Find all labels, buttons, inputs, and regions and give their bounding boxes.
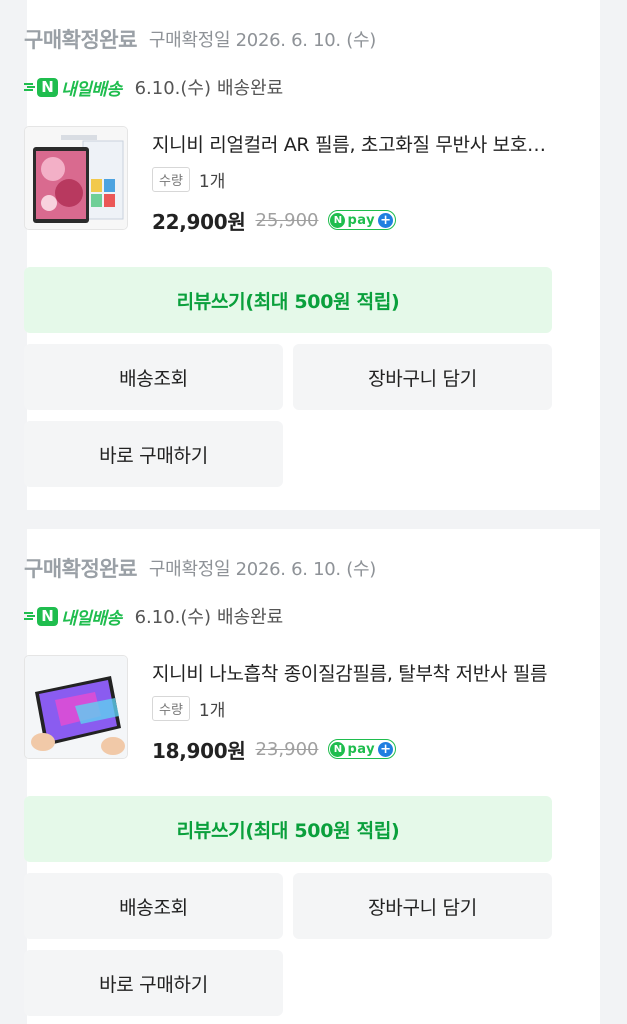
quantity-row: 수량 1개 xyxy=(152,167,225,192)
plus-icon: + xyxy=(378,212,394,228)
add-to-cart-button[interactable]: 장바구니 담기 xyxy=(293,344,552,410)
sale-price: 18,900원 xyxy=(152,738,246,763)
delivery-row: N 내일배송 6.10.(수) 배송완료 xyxy=(24,601,283,631)
sale-price: 22,900원 xyxy=(152,209,246,234)
badge-label: 내일배송 xyxy=(61,79,122,100)
price-row: 22,900원 25,900 N pay + xyxy=(152,205,397,235)
delivery-status: 배송완료 xyxy=(216,607,284,628)
npay-label: pay xyxy=(347,212,376,228)
product-image xyxy=(25,656,127,758)
tomorrow-delivery-badge: N 내일배송 xyxy=(24,604,122,629)
product-name[interactable]: 지니비 리얼컬러 AR 필름, 초고화질 무반사 보호필름 xyxy=(152,130,552,157)
tomorrow-delivery-badge: N 내일배송 xyxy=(24,75,122,100)
delivery-date: 6.10.(수) xyxy=(134,607,211,628)
quantity-value: 1개 xyxy=(198,172,226,192)
naver-n-icon: N xyxy=(37,77,58,97)
add-to-cart-button[interactable]: 장바구니 담기 xyxy=(293,873,552,939)
badge-label: 내일배송 xyxy=(61,608,122,629)
track-delivery-button[interactable]: 배송조회 xyxy=(24,344,283,410)
delivery-status: 배송완료 xyxy=(216,78,284,99)
delivery-row: N 내일배송 6.10.(수) 배송완료 xyxy=(24,72,283,102)
order-status-row: 구매확정완료 구매확정일 2026. 6. 10. (수) xyxy=(24,24,376,54)
order-status: 구매확정완료 xyxy=(24,557,137,581)
product-name[interactable]: 지니비 나노흡착 종이질감필름, 탈부착 저반사 필름 xyxy=(152,659,552,686)
product-image xyxy=(25,127,127,229)
product-thumbnail[interactable] xyxy=(24,655,128,759)
speed-lines-icon xyxy=(24,612,35,620)
npay-label: pay xyxy=(347,741,376,757)
npay-n-icon: N xyxy=(330,741,346,757)
npay-logo-icon: N pay + xyxy=(328,210,397,230)
product-thumbnail[interactable] xyxy=(24,126,128,230)
buy-now-button[interactable]: 바로 구매하기 xyxy=(24,950,283,1016)
confirm-date: 구매확정일 2026. 6. 10. (수) xyxy=(148,559,376,580)
order-status: 구매확정완료 xyxy=(24,28,137,52)
confirm-date: 구매확정일 2026. 6. 10. (수) xyxy=(148,30,376,51)
track-delivery-button[interactable]: 배송조회 xyxy=(24,873,283,939)
quantity-label: 수량 xyxy=(152,167,190,192)
original-price: 25,900 xyxy=(255,209,319,231)
delivery-date: 6.10.(수) xyxy=(134,78,211,99)
buy-now-button[interactable]: 바로 구매하기 xyxy=(24,421,283,487)
quantity-label: 수량 xyxy=(152,696,190,721)
speed-lines-icon xyxy=(24,83,35,91)
plus-icon: + xyxy=(378,741,394,757)
write-review-button[interactable]: 리뷰쓰기(최대 500원 적립) xyxy=(24,267,552,333)
price-row: 18,900원 23,900 N pay + xyxy=(152,734,397,764)
quantity-row: 수량 1개 xyxy=(152,696,225,721)
quantity-value: 1개 xyxy=(198,701,226,721)
npay-logo-icon: N pay + xyxy=(328,739,397,759)
original-price: 23,900 xyxy=(255,738,319,760)
naver-n-icon: N xyxy=(37,606,58,626)
npay-n-icon: N xyxy=(330,212,346,228)
write-review-button[interactable]: 리뷰쓰기(최대 500원 적립) xyxy=(24,796,552,862)
order-status-row: 구매확정완료 구매확정일 2026. 6. 10. (수) xyxy=(24,553,376,583)
